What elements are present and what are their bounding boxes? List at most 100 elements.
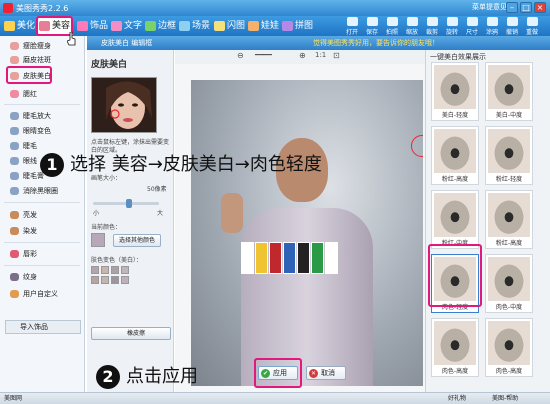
maximize-button[interactable]: □ [520, 2, 532, 13]
divider [4, 104, 80, 105]
resize-tool[interactable]: 缩放 [402, 17, 422, 36]
preset-tile[interactable]: 粉红-轻度 [485, 126, 533, 185]
editor-header: 皮肤美白 编辑框 觉得美图秀秀好用，要告诉你的朋友哦！ [87, 36, 550, 50]
status-bar: 美图网 好礼物 美图-帮助 [0, 392, 550, 404]
sidebar-item-dark-circle[interactable]: 消除黑眼圈 [8, 185, 58, 197]
sidebar-item-hair-dye[interactable]: 染发 [8, 225, 37, 237]
sample-portrait-image [92, 78, 156, 132]
slider-max-label: 大 [157, 210, 164, 217]
sidebar-item-eye-color[interactable]: 眼睛变色 [8, 125, 51, 137]
undo-tool[interactable]: 撤销 [502, 17, 522, 36]
status-help[interactable]: 美图-帮助 [492, 393, 518, 404]
preset-tile[interactable]: 粉红-高度 [485, 190, 533, 249]
sidebar-item-blush[interactable]: 腮红 [8, 88, 37, 100]
zoom-in-icon[interactable]: ⊕ [299, 51, 306, 60]
sidebar-item-eyeliner[interactable]: 眼线 [8, 155, 37, 167]
rotate-tool[interactable]: 旋转 [442, 17, 462, 36]
resize-icon [406, 17, 418, 26]
redo-tool[interactable]: 重做 [522, 17, 542, 36]
skin-swatch[interactable] [91, 276, 99, 284]
sidebar-item-lip[interactable]: 唇彩 [8, 248, 37, 260]
sidebar-item-lashes[interactable]: 睫毛 [8, 140, 37, 152]
brush-size-slider[interactable] [93, 199, 159, 208]
cancel-button[interactable]: ✕ 取消 [306, 366, 346, 380]
main-toolbar: 美化 美容 饰品 文字 边框 场景 闪图 娃娃 拼图 打开 保存 拍照 缩放 裁… [0, 16, 550, 36]
app-title: 美图秀秀2.2.6 [16, 4, 69, 13]
preset-tile[interactable]: 肉色-高度 [485, 318, 533, 377]
photo-subject-hand [221, 193, 243, 233]
brush-size-value: 50像素 [147, 186, 167, 193]
photo-preview[interactable] [191, 80, 423, 386]
import-accessory-button[interactable]: 导入饰品 [5, 320, 81, 334]
collage-icon [282, 21, 293, 31]
skin-swatch[interactable] [111, 276, 119, 284]
tab-scene[interactable]: 场景 [177, 17, 213, 35]
save-icon [366, 17, 378, 26]
skin-swatch[interactable] [121, 266, 129, 274]
eye-icon [10, 187, 19, 195]
tab-beautify[interactable]: 美化 [2, 17, 38, 35]
crop-tool[interactable]: 裁剪 [422, 17, 442, 36]
promo-banner[interactable]: 觉得美图秀秀好用，要告诉你的朋友哦！ [313, 36, 439, 50]
sidebar-item-custom[interactable]: 用户自定义 [8, 288, 58, 300]
eye-icon [10, 127, 19, 135]
eraser-button[interactable]: 橡皮擦 [91, 327, 171, 340]
cancel-icon: ✕ [309, 369, 318, 378]
fit-icon[interactable]: ⊡ [333, 51, 340, 60]
minimize-button[interactable]: – [506, 2, 518, 13]
save-tool[interactable]: 保存 [362, 17, 382, 36]
tab-border[interactable]: 边框 [143, 17, 179, 35]
eye-icon [10, 142, 19, 150]
status-gift[interactable]: 好礼物 [448, 393, 466, 404]
sidebar-item-eye-enlarge[interactable]: 睫毛放大 [8, 110, 51, 122]
skin-swatch[interactable] [101, 266, 109, 274]
tattoo-icon [10, 273, 19, 281]
skin-swatch[interactable] [121, 276, 129, 284]
divider [4, 202, 80, 203]
tab-collage[interactable]: 拼图 [280, 17, 316, 35]
preset-eye-thumbnail [434, 321, 476, 365]
zoom-out-icon[interactable]: ⊖ [237, 51, 244, 60]
doodle-tool[interactable]: 涂鸦 [482, 17, 502, 36]
whitening-panel: 皮肤美白 点击鼠标左键，涂抹出需要变白的区域。 画笔大小： 50像素 小 大 当… [87, 50, 174, 392]
border-icon [145, 21, 156, 31]
beauty-sidebar: 瘦脸瘦身 磨皮祛斑 皮肤美白 腮红 睫毛放大 眼睛变色 睫毛 眼线 睫毛膏 消除… [0, 36, 85, 392]
divider [4, 242, 80, 243]
sidebar-item-slim[interactable]: 瘦脸瘦身 [8, 40, 51, 52]
hair-icon [10, 211, 19, 219]
feedback-link[interactable]: 提意见 [486, 2, 507, 12]
menu-button[interactable]: 菜单 [472, 2, 486, 12]
skin-swatch[interactable] [91, 266, 99, 274]
choose-color-button[interactable]: 选择其他颜色 [113, 234, 161, 247]
zoom-ratio[interactable]: 1:1 [315, 51, 326, 59]
preset-tile[interactable]: 美白-轻度 [431, 62, 479, 121]
skin-swatch[interactable] [101, 276, 109, 284]
size-icon [466, 17, 478, 26]
size-tool[interactable]: 尺寸 [462, 17, 482, 36]
preset-tile[interactable]: 肉色-高度 [431, 318, 479, 377]
sidebar-item-hair-shine[interactable]: 亮发 [8, 209, 37, 221]
preset-tile[interactable]: 美白-中度 [485, 62, 533, 121]
preset-tile[interactable]: 粉红-中度 [431, 190, 479, 249]
panel-title: 皮肤美白 [91, 60, 128, 70]
blush-icon [10, 90, 19, 98]
zoom-slider[interactable]: ━━━━ [255, 51, 272, 59]
close-button[interactable]: × [534, 2, 546, 13]
current-color-label: 当前颜色： [91, 224, 122, 231]
preset-eye-thumbnail [488, 321, 530, 365]
sidebar-item-smooth[interactable]: 磨皮祛斑 [8, 54, 51, 66]
tab-flash[interactable]: 闪图 [212, 17, 248, 35]
sidebar-item-mascara[interactable]: 睫毛膏 [8, 170, 44, 182]
status-left[interactable]: 美图网 [4, 393, 22, 404]
tab-text[interactable]: 文字 [109, 17, 145, 35]
highlight-preset [428, 244, 482, 307]
sidebar-item-tattoo[interactable]: 纹身 [8, 271, 37, 283]
camera-tool[interactable]: 拍照 [382, 17, 402, 36]
skin-swatch[interactable] [111, 266, 119, 274]
slider-handle[interactable] [126, 199, 132, 208]
tab-doll[interactable]: 娃娃 [246, 17, 282, 35]
tab-accessories[interactable]: 饰品 [75, 17, 111, 35]
preset-tile[interactable]: 肉色-中度 [485, 254, 533, 313]
rotate-icon [446, 17, 458, 26]
open-tool[interactable]: 打开 [342, 17, 362, 36]
